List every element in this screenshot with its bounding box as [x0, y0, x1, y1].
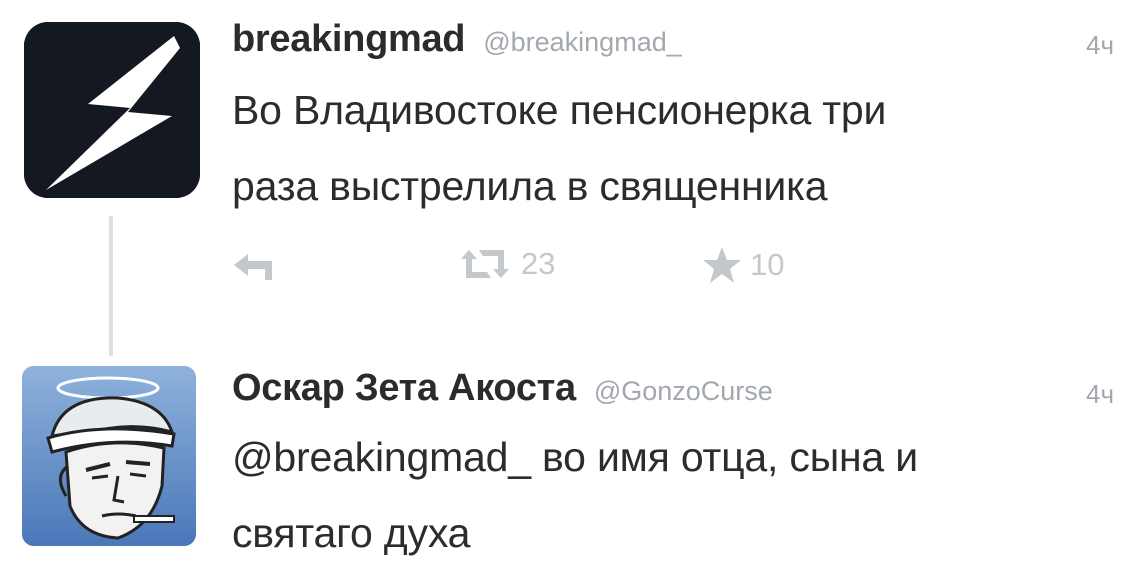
- reply-icon: [234, 254, 272, 280]
- avatar[interactable]: [22, 366, 196, 546]
- haloed-man-cap-portrait-icon: [22, 366, 196, 546]
- display-name[interactable]: breakingmad: [232, 18, 466, 60]
- tweet-text-line: Во Владивостоке пенсионерка три: [232, 87, 887, 133]
- star-icon: [703, 247, 741, 283]
- display-name[interactable]: Оскар Зета Акоста: [232, 367, 576, 409]
- tweet-text: @breakingmad_ во имя отца, сына и святаг…: [232, 419, 1122, 571]
- tweet-text-line: святаго духа: [232, 510, 471, 556]
- tweet-actions: 23 10: [232, 246, 932, 286]
- tweet-text: Во Владивостоке пенсионерка три раза выс…: [232, 72, 1122, 224]
- timestamp[interactable]: 4ч: [1086, 30, 1114, 61]
- favorite-count: 10: [750, 247, 785, 282]
- tweet[interactable]: Оскар Зета Акоста @GonzoCurse 4ч @breakin…: [0, 355, 1147, 573]
- user-handle[interactable]: @GonzoCurse: [594, 376, 773, 406]
- user-handle[interactable]: @breakingmad_: [483, 27, 682, 57]
- tweet-text-line: раза выстрелила в священника: [232, 163, 828, 209]
- favorite-button[interactable]: 10: [702, 246, 784, 284]
- tweet-header: Оскар Зета Акоста @GonzoCurse 4ч: [232, 367, 1122, 417]
- lightning-bolt-icon: [24, 22, 200, 198]
- retweet-count: 23: [521, 246, 556, 281]
- retweet-icon: [461, 250, 509, 278]
- avatar[interactable]: [24, 22, 200, 198]
- tweet[interactable]: breakingmad @breakingmad_ 4ч Во Владивост…: [0, 0, 1147, 356]
- timestamp[interactable]: 4ч: [1086, 379, 1114, 410]
- retweet-button[interactable]: 23: [457, 246, 555, 282]
- thread-connector: [109, 216, 113, 356]
- tweet-text-line: @breakingmad_ во имя отца, сына и: [232, 434, 918, 480]
- reply-button[interactable]: [232, 252, 274, 282]
- tweet-header: breakingmad @breakingmad_ 4ч: [232, 18, 1122, 68]
